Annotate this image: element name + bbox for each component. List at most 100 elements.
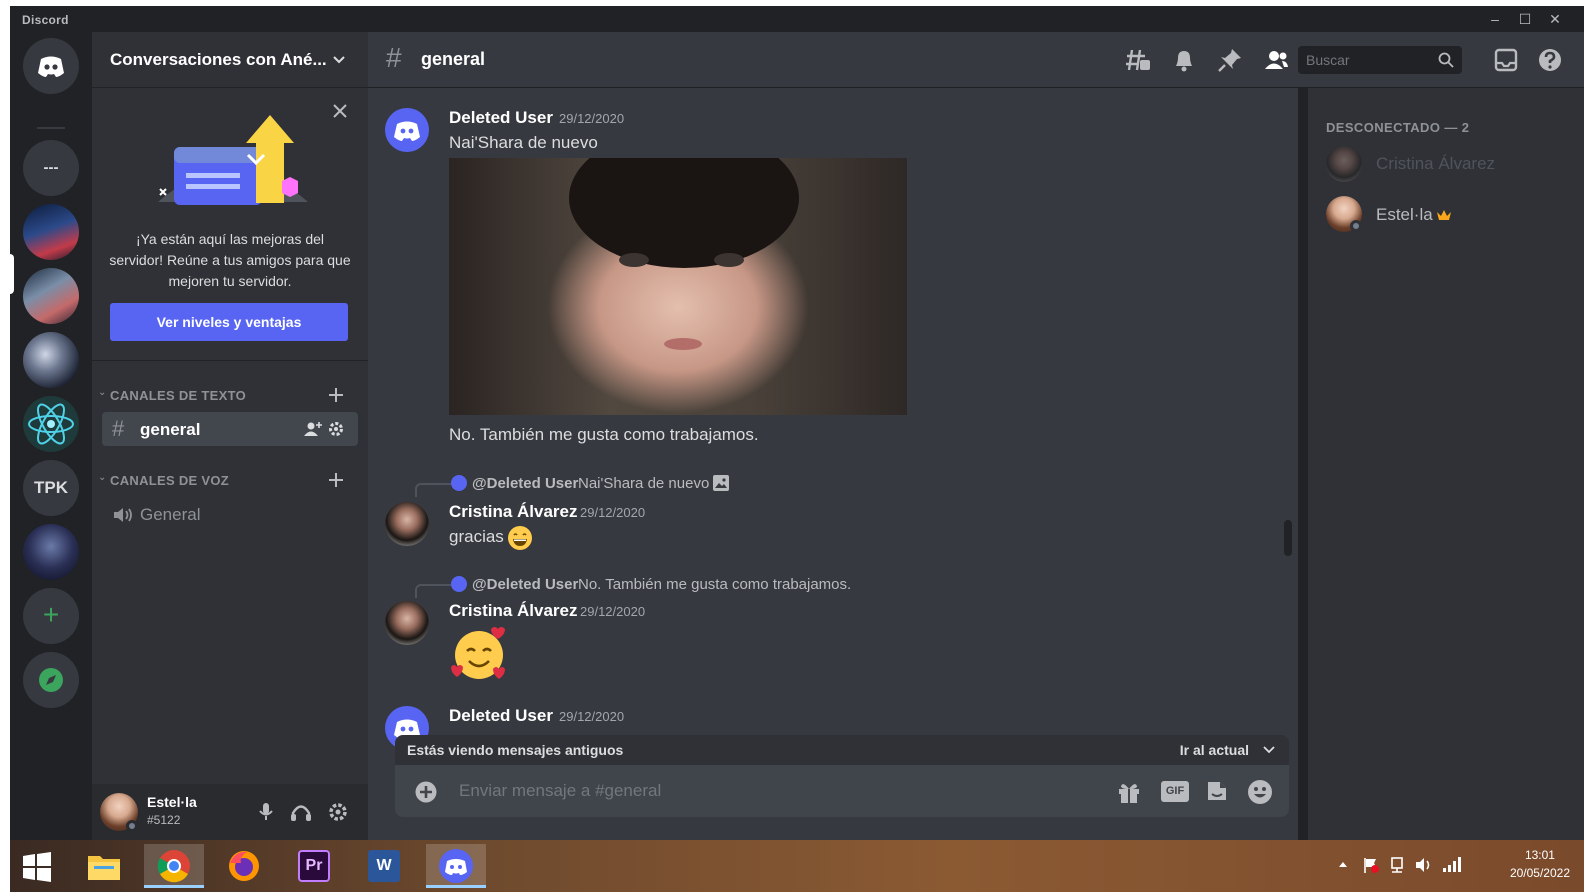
add-attachment-icon[interactable] bbox=[415, 781, 437, 803]
speaker-icon bbox=[114, 508, 132, 522]
message-composer: Enviar mensaje a #general GIF bbox=[395, 765, 1289, 817]
eye-right-shape bbox=[714, 253, 744, 267]
premiere-icon: Pr bbox=[298, 850, 330, 882]
flag-icon[interactable] bbox=[1362, 856, 1380, 874]
volume-icon[interactable] bbox=[1414, 856, 1434, 874]
chrome-icon bbox=[157, 850, 190, 883]
message-author[interactable]: Deleted User bbox=[449, 108, 553, 128]
chevron-down-icon bbox=[333, 56, 345, 64]
discord-logo-icon bbox=[439, 849, 473, 883]
reply-mention[interactable]: @Deleted User bbox=[472, 576, 578, 593]
taskbar-discord[interactable] bbox=[426, 844, 486, 888]
voice-channel-general[interactable]: General bbox=[102, 497, 358, 531]
discord-window: Discord – ☐ ✕ --- TPK + Conversaciones c… bbox=[10, 6, 1584, 892]
message-text: No. También me gusta como trabajamos. bbox=[449, 425, 759, 444]
reply-snippet[interactable]: Nai'Shara de nuevo bbox=[578, 475, 709, 492]
text-channels-category[interactable]: CANALES DE TEXTO bbox=[110, 388, 246, 403]
close-window-button[interactable]: ✕ bbox=[1540, 8, 1570, 30]
hair-shape bbox=[569, 158, 799, 268]
wifi-signal-icon[interactable] bbox=[1442, 856, 1462, 872]
server-header[interactable]: Conversaciones con Ané... bbox=[92, 32, 368, 88]
network-icon[interactable] bbox=[1388, 856, 1406, 874]
crown-icon bbox=[1437, 210, 1451, 220]
channel-general[interactable]: # general bbox=[102, 412, 358, 446]
sticker-icon[interactable] bbox=[1205, 779, 1229, 803]
bell-icon[interactable] bbox=[1170, 46, 1198, 74]
message-text: Nai'Shara de nuevo bbox=[449, 133, 598, 152]
member-category: DESCONECTADO — 2 bbox=[1326, 120, 1470, 135]
explore-servers-button[interactable] bbox=[23, 652, 79, 708]
channel-sidebar: Conversaciones con Ané... ¡Ya están aquí… bbox=[92, 32, 368, 840]
home-button[interactable] bbox=[23, 38, 79, 94]
server-icon-2[interactable] bbox=[23, 204, 79, 260]
tray-expand-icon[interactable] bbox=[1338, 860, 1348, 868]
avatar[interactable] bbox=[385, 601, 429, 645]
server-tpk-label: TPK bbox=[34, 478, 68, 497]
title-bar: Discord – ☐ ✕ bbox=[10, 6, 1584, 32]
view-levels-button[interactable]: Ver niveles y ventajas bbox=[110, 303, 348, 341]
emoji-picker-icon[interactable] bbox=[1247, 779, 1273, 805]
compass-icon bbox=[39, 668, 63, 692]
taskbar-chrome[interactable] bbox=[144, 844, 204, 888]
taskbar-word[interactable]: W bbox=[354, 844, 414, 888]
plus-icon: + bbox=[42, 599, 60, 630]
avatar[interactable] bbox=[385, 108, 429, 152]
windows-start-icon[interactable] bbox=[22, 852, 52, 882]
clock-time: 13:01 bbox=[1524, 848, 1555, 862]
reply-mention[interactable]: @Deleted User bbox=[472, 475, 578, 492]
windows-taskbar: Pr W 13:01 20/05/2022 bbox=[10, 840, 1584, 892]
chat-scrollbar[interactable] bbox=[1284, 520, 1292, 556]
channel-label: general bbox=[140, 420, 201, 439]
voice-channels-category[interactable]: CANALES DE VOZ bbox=[110, 473, 229, 488]
channel-label: General bbox=[140, 505, 201, 524]
members-icon[interactable] bbox=[1262, 46, 1290, 74]
search-box[interactable]: Buscar bbox=[1298, 46, 1462, 74]
add-server-button[interactable]: + bbox=[23, 588, 79, 644]
server-icon-active[interactable] bbox=[23, 268, 79, 324]
pin-icon[interactable] bbox=[1216, 46, 1244, 74]
grinning-emoji-icon bbox=[508, 526, 532, 550]
discord-logo-icon bbox=[394, 121, 420, 141]
gift-icon[interactable] bbox=[1117, 780, 1141, 804]
word-icon: W bbox=[368, 850, 400, 882]
minimize-button[interactable]: – bbox=[1480, 8, 1510, 30]
avatar[interactable] bbox=[385, 502, 429, 546]
server-icon-4[interactable] bbox=[23, 332, 79, 388]
close-icon[interactable] bbox=[332, 103, 348, 119]
taskbar-file-explorer[interactable] bbox=[74, 844, 134, 888]
boost-promo: ¡Ya están aquí las mejoras del servidor!… bbox=[92, 89, 368, 361]
taskbar-firefox[interactable] bbox=[214, 844, 274, 888]
microphone-icon[interactable] bbox=[258, 802, 274, 822]
message-author[interactable]: Cristina Álvarez bbox=[449, 502, 578, 522]
server-icon-7[interactable] bbox=[23, 524, 79, 580]
add-channel-icon[interactable] bbox=[328, 387, 344, 403]
reply-snippet[interactable]: No. También me gusta como trabajamos. bbox=[578, 576, 851, 593]
server-icon-atom[interactable] bbox=[23, 396, 79, 452]
gear-icon[interactable] bbox=[328, 802, 348, 822]
server-dots[interactable]: --- bbox=[23, 140, 79, 196]
search-icon bbox=[1438, 52, 1454, 68]
threads-icon[interactable] bbox=[1124, 46, 1152, 74]
gif-button[interactable]: GIF bbox=[1161, 781, 1189, 802]
headphones-icon[interactable] bbox=[290, 802, 312, 822]
user-panel: Estel·la #5122 bbox=[92, 784, 368, 840]
message-image[interactable] bbox=[449, 158, 907, 415]
add-channel-icon[interactable] bbox=[328, 472, 344, 488]
lips-shape bbox=[664, 338, 702, 350]
eye-left-shape bbox=[619, 253, 649, 267]
help-icon[interactable] bbox=[1536, 46, 1564, 74]
message-input[interactable]: Enviar mensaje a #general bbox=[459, 781, 661, 801]
gear-icon[interactable] bbox=[328, 421, 344, 437]
message-author[interactable]: Cristina Álvarez bbox=[449, 601, 578, 621]
search-input: Buscar bbox=[1306, 52, 1350, 68]
server-tpk[interactable]: TPK bbox=[23, 460, 79, 516]
jump-to-present-button[interactable]: Ir al actual bbox=[1180, 742, 1249, 758]
maximize-button[interactable]: ☐ bbox=[1510, 8, 1540, 30]
inbox-icon[interactable] bbox=[1492, 46, 1520, 74]
system-clock[interactable]: 13:01 20/05/2022 bbox=[1510, 846, 1570, 882]
promo-text: ¡Ya están aquí las mejoras del servidor!… bbox=[109, 231, 351, 289]
invite-icon[interactable] bbox=[304, 421, 322, 437]
taskbar-premiere[interactable]: Pr bbox=[284, 844, 344, 888]
message-author[interactable]: Deleted User bbox=[449, 706, 553, 726]
old-messages-bar: Estás viendo mensajes antiguos Ir al act… bbox=[395, 735, 1289, 765]
